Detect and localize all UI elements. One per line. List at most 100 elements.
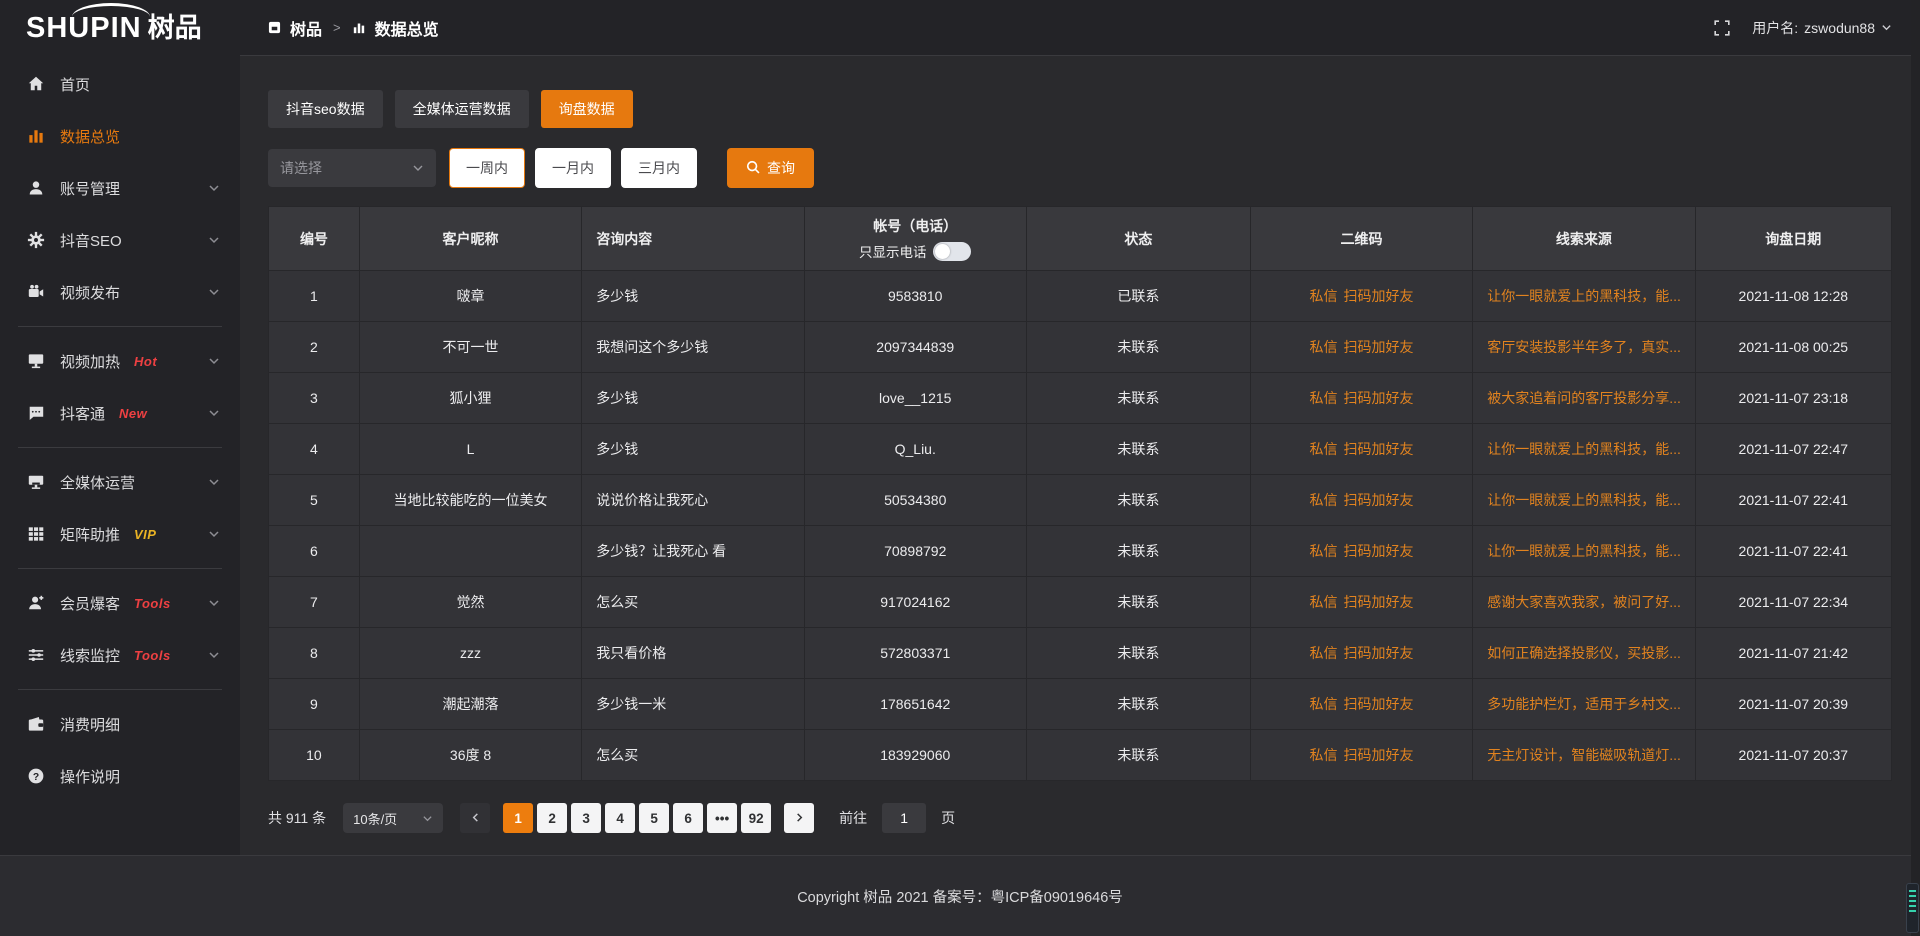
range-button-one-week[interactable]: 一周内 xyxy=(449,148,525,188)
sidebar-item-data-overview[interactable]: 数据总览 xyxy=(0,110,240,162)
sidebar-item-video-heat[interactable]: 视频加热Hot xyxy=(0,335,240,387)
cell-qrcode: 私信扫码加好友 xyxy=(1250,424,1472,475)
cell-nickname: 当地比较能吃的一位美女 xyxy=(359,475,581,526)
private-message-link[interactable]: 私信 xyxy=(1310,543,1338,559)
private-message-link[interactable]: 私信 xyxy=(1310,390,1338,406)
page-button-6[interactable]: 6 xyxy=(673,803,703,833)
range-button-one-month[interactable]: 一月内 xyxy=(535,148,611,188)
topbar-main: 树品 > 数据总览 用户名: zswodun88 xyxy=(240,0,1920,56)
sidebar-item-doukoutong[interactable]: 抖客通 New xyxy=(0,387,240,439)
private-message-link[interactable]: 私信 xyxy=(1310,288,1338,304)
sidebar-item-douyin-seo[interactable]: 抖音SEO xyxy=(0,214,240,266)
middle-region: 首页数据总览账号管理抖音SEO视频发布视频加热Hot 抖客通 New 全媒体运营矩阵助… xyxy=(0,56,1920,855)
page-button-5[interactable]: 5 xyxy=(639,803,669,833)
private-message-link[interactable]: 私信 xyxy=(1310,594,1338,610)
range-button-three-months[interactable]: 三月内 xyxy=(621,148,697,188)
private-message-link[interactable]: 私信 xyxy=(1310,441,1338,457)
cell-content: 我想问这个多少钱 xyxy=(582,322,804,373)
account-select[interactable]: 请选择 xyxy=(268,149,436,187)
scan-add-friend-link[interactable]: 扫码加好友 xyxy=(1344,747,1414,763)
scan-add-friend-link[interactable]: 扫码加好友 xyxy=(1344,594,1414,610)
sidebar-item-media-operation[interactable]: 全媒体运营 xyxy=(0,456,240,508)
fullscreen-icon[interactable] xyxy=(1714,20,1730,36)
gear-icon xyxy=(26,231,45,250)
cell-nickname: 觉然 xyxy=(359,577,581,628)
sidebar-item-member-baoke[interactable]: 会员爆客Tools xyxy=(0,577,240,629)
scrollbar-track[interactable] xyxy=(1911,0,1920,936)
sidebar-item-expense-detail[interactable]: 消费明细 xyxy=(0,698,240,750)
scan-add-friend-link[interactable]: 扫码加好友 xyxy=(1344,645,1414,661)
cell-source: 让你一眼就爱上的黑科技，能... xyxy=(1473,475,1695,526)
monitor-icon xyxy=(26,352,45,371)
cell-qrcode: 私信扫码加好友 xyxy=(1250,730,1472,781)
cell-date: 2021-11-07 23:18 xyxy=(1695,373,1891,424)
cell-nickname: 不可一世 xyxy=(359,322,581,373)
source-link[interactable]: 让你一眼就爱上的黑科技，能... xyxy=(1487,441,1681,457)
cell-source: 让你一眼就爱上的黑科技，能... xyxy=(1473,271,1695,322)
goto-page-input[interactable] xyxy=(882,803,926,833)
cell-id: 3 xyxy=(269,373,360,424)
phone-only-label: 只显示电话 xyxy=(859,241,927,261)
sidebar-item-clue-monitor[interactable]: 线索监控Tools xyxy=(0,629,240,681)
cell-source: 被大家追着问的客厅投影分享... xyxy=(1473,373,1695,424)
chevron-down-icon xyxy=(208,649,220,661)
source-link[interactable]: 被大家追着问的客厅投影分享... xyxy=(1487,390,1681,406)
chevron-down-icon xyxy=(412,162,424,174)
scan-add-friend-link[interactable]: 扫码加好友 xyxy=(1344,390,1414,406)
sidebar-item-help-guide[interactable]: ?操作说明 xyxy=(0,750,240,802)
cell-qrcode: 私信扫码加好友 xyxy=(1250,628,1472,679)
sidebar-item-account-management[interactable]: 账号管理 xyxy=(0,162,240,214)
scan-add-friend-link[interactable]: 扫码加好友 xyxy=(1344,696,1414,712)
status-badge: 未联系 xyxy=(1026,628,1250,679)
phone-only-toggle[interactable] xyxy=(933,242,971,261)
next-page-button[interactable] xyxy=(784,803,814,833)
scan-add-friend-link[interactable]: 扫码加好友 xyxy=(1344,441,1414,457)
cell-account: 50534380 xyxy=(804,475,1026,526)
source-link[interactable]: 无主灯设计，智能磁吸轨道灯... xyxy=(1487,747,1681,763)
sidebar-item-matrix-boost[interactable]: 矩阵助推VIP xyxy=(0,508,240,560)
tab-inquiry-data[interactable]: 询盘数据 xyxy=(541,90,633,128)
search-button[interactable]: 查询 xyxy=(727,148,814,188)
private-message-link[interactable]: 私信 xyxy=(1310,492,1338,508)
username-dropdown[interactable]: 用户名: zswodun88 xyxy=(1752,18,1892,38)
page-button-92[interactable]: 92 xyxy=(741,803,771,833)
sidebar-item-home[interactable]: 首页 xyxy=(0,58,240,110)
goto-label: 前往 xyxy=(839,808,867,828)
scan-add-friend-link[interactable]: 扫码加好友 xyxy=(1344,339,1414,355)
scan-add-friend-link[interactable]: 扫码加好友 xyxy=(1344,543,1414,559)
private-message-link[interactable]: 私信 xyxy=(1310,747,1338,763)
table-row: 3狐小狸多少钱love__1215未联系私信扫码加好友被大家追着问的客厅投影分享… xyxy=(269,373,1892,424)
user-icon xyxy=(26,179,45,198)
private-message-link[interactable]: 私信 xyxy=(1310,339,1338,355)
cell-content: 多少钱？让我死心 看 xyxy=(582,526,804,577)
source-link[interactable]: 感谢大家喜欢我家，被问了好... xyxy=(1487,594,1681,610)
badge-vip: VIP xyxy=(134,527,156,542)
prev-page-button[interactable] xyxy=(460,803,490,833)
sidebar-item-label: 抖客通 xyxy=(60,403,105,424)
page-button-3[interactable]: 3 xyxy=(571,803,601,833)
scan-add-friend-link[interactable]: 扫码加好友 xyxy=(1344,492,1414,508)
badge-new: New xyxy=(119,406,147,421)
page-button-1[interactable]: 1 xyxy=(503,803,533,833)
source-link[interactable]: 让你一眼就爱上的黑科技，能... xyxy=(1487,543,1681,559)
chevron-down-icon xyxy=(422,813,433,824)
source-link[interactable]: 多功能护栏灯，适用于乡村文... xyxy=(1487,696,1681,712)
sidebar-item-video-publish[interactable]: 视频发布 xyxy=(0,266,240,318)
private-message-link[interactable]: 私信 xyxy=(1310,645,1338,661)
page-button-2[interactable]: 2 xyxy=(537,803,567,833)
source-link[interactable]: 如何正确选择投影仪，买投影... xyxy=(1487,645,1681,661)
tab-media-operation-data[interactable]: 全媒体运营数据 xyxy=(395,90,529,128)
tab-douyin-seo-data[interactable]: 抖音seo数据 xyxy=(268,90,383,128)
copyright-text: Copyright 树品 2021 备案号：粤ICP备09019646号 xyxy=(797,886,1123,907)
page-size-select[interactable]: 10条/页 xyxy=(343,803,443,833)
scan-add-friend-link[interactable]: 扫码加好友 xyxy=(1344,288,1414,304)
source-link[interactable]: 客厅安装投影半年多了，真实... xyxy=(1487,339,1681,355)
private-message-link[interactable]: 私信 xyxy=(1310,696,1338,712)
breadcrumb-home[interactable]: 树品 xyxy=(290,16,322,40)
source-link[interactable]: 让你一眼就爱上的黑科技，能... xyxy=(1487,288,1681,304)
cell-content: 多少钱一米 xyxy=(582,679,804,730)
page-ellipsis[interactable]: ••• xyxy=(707,803,737,833)
page-button-4[interactable]: 4 xyxy=(605,803,635,833)
source-link[interactable]: 让你一眼就爱上的黑科技，能... xyxy=(1487,492,1681,508)
cell-qrcode: 私信扫码加好友 xyxy=(1250,526,1472,577)
